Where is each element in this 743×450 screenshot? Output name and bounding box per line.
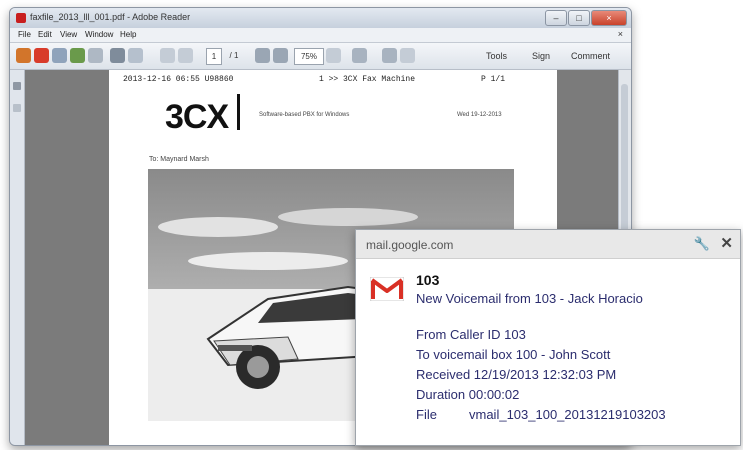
menu-edit[interactable]: Edit [38,30,52,39]
page-number-field[interactable]: 1 [206,48,222,65]
attachments-icon[interactable] [13,104,21,112]
pages-icon[interactable] [13,82,21,90]
menu-window[interactable]: Window [85,30,113,39]
maximize-button[interactable]: □ [568,10,590,26]
adobe-reader-icon [16,13,26,23]
received-text: Received 12/19/2013 12:32:03 PM [416,367,617,382]
email-icon[interactable] [128,48,143,63]
notification-header: mail.google.com 🔧 ✕ [356,230,740,259]
create-icon[interactable] [16,48,31,63]
fax-header-middle: 1 >> 3CX Fax Machine [319,75,416,84]
next-page-icon[interactable] [178,48,193,63]
to-line: To: Maynard Marsh [149,156,209,163]
acrobat-icon[interactable] [34,48,49,63]
file-label: File [416,407,437,422]
comment-link[interactable]: Comment [571,51,610,66]
menu-view[interactable]: View [60,30,77,39]
expand-icon[interactable] [400,48,415,63]
edit-icon[interactable] [52,48,67,63]
logo-divider [237,94,248,130]
gmail-notification[interactable]: mail.google.com 🔧 ✕ 103 New Voicemail fr… [355,229,741,446]
notification-line-to: To voicemail box 100 - John Scott [416,347,610,362]
title-bar[interactable]: faxfile_2013_lll_001.pdf - Adobe Reader … [10,8,631,28]
save-icon[interactable] [88,48,103,63]
to-voicemail-text: To voicemail box 100 - John Scott [416,347,611,362]
menu-file[interactable]: File [18,30,31,39]
zoom-dropdown-icon[interactable] [326,48,341,63]
fax-header-right: P 1/1 [481,75,506,84]
notification-domain: mail.google.com [366,238,454,252]
company-line: Software-based PBX for Windows [259,112,350,118]
toolbar: 1 / 1 75% Tools Sign Comment [10,43,631,70]
sign-link[interactable]: Sign [532,51,550,66]
menu-bar: File Edit View Window Help × [10,28,631,43]
sign-tool-icon[interactable] [382,48,397,63]
duration-text: Duration 00:00:02 [416,387,520,402]
zoom-in-icon[interactable] [273,48,288,63]
notification-line-duration: Duration 00:00:02 [416,387,519,402]
cloud-icon[interactable] [70,48,85,63]
date-line: Wed 19-12-2013 [457,112,502,118]
menu-help[interactable]: Help [120,30,136,39]
tools-link[interactable]: Tools [486,51,507,66]
wrench-icon[interactable]: 🔧 [694,236,710,252]
print-icon[interactable] [110,48,125,63]
window-controls: – □ × [545,10,627,26]
close-button[interactable]: × [591,10,627,26]
zoom-out-icon[interactable] [255,48,270,63]
notification-sender: 103 [416,272,440,288]
gmail-icon [369,276,405,306]
minimize-button[interactable]: – [545,10,567,26]
zoom-field[interactable]: 75% [294,48,324,65]
notification-line-received: Received 12/19/2013 12:32:03 PM [416,367,616,382]
from-caller-text: From Caller ID 103 [416,327,526,342]
notification-line-from: From Caller ID 103 [416,327,526,342]
close-document-icon[interactable]: × [618,29,623,39]
notification-line-file: File vmail_103_100_20131219103203 [416,407,666,422]
page-total: / 1 [229,51,239,60]
3cx-logo: 3CX [165,98,229,136]
fax-header-left: 2013-12-16 06:55 U98860 [123,75,234,84]
file-name: vmail_103_100_20131219103203 [469,407,666,422]
fit-page-icon[interactable] [352,48,367,63]
close-icon[interactable]: ✕ [720,234,733,252]
previous-page-icon[interactable] [160,48,175,63]
notification-subject: New Voicemail from 103 - Jack Horacio [416,291,643,306]
navigation-pane [10,70,25,445]
window-title: faxfile_2013_lll_001.pdf - Adobe Reader [30,12,191,22]
